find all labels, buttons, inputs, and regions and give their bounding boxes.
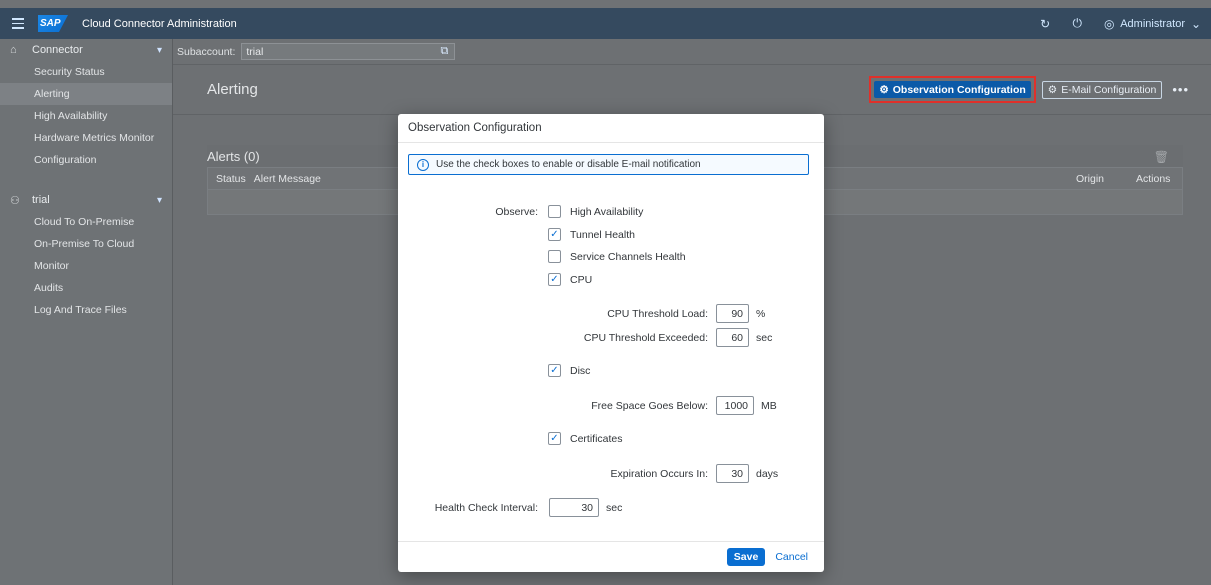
sidebar: ⌂ Connector ▾ Security Status Alerting H… [0, 39, 173, 585]
checkbox[interactable] [548, 205, 561, 218]
chevron-down-icon: ▾ [156, 194, 162, 206]
checkbox[interactable]: ✓ [548, 273, 561, 286]
checkbox[interactable]: ✓ [548, 432, 561, 445]
expiration-label: Expiration Occurs In: [610, 468, 708, 480]
sidebar-item-configuration[interactable]: Configuration [0, 149, 172, 171]
option-label: Certificates [570, 432, 623, 445]
column-alert-message[interactable]: Alert Message [246, 173, 321, 185]
observation-configuration-button[interactable]: ⚙ Observation Configuration [874, 81, 1031, 98]
sidebar-item-security-status[interactable]: Security Status [0, 61, 172, 83]
option-service-channels-health[interactable]: Service Channels Health [548, 250, 686, 263]
sap-logo: SAP [38, 15, 68, 32]
cancel-button[interactable]: Cancel [775, 551, 808, 563]
column-status[interactable]: Status [208, 173, 246, 185]
sidebar-item-audits[interactable]: Audits [0, 277, 172, 299]
subaccount-bar: Subaccount: trial ⧉ [173, 39, 1211, 65]
sidebar-item-on-premise-to-cloud[interactable]: On-Premise To Cloud [0, 233, 172, 255]
shell-bar: SAP Cloud Connector Administration ↻ ⏻ ◎… [0, 8, 1211, 39]
more-icon[interactable]: ••• [1172, 82, 1189, 97]
health-check-unit: sec [606, 502, 623, 514]
sidebar-item-high-availability[interactable]: High Availability [0, 105, 172, 127]
alerts-title: Alerts (0) [207, 149, 260, 164]
option-cpu[interactable]: ✓ CPU [548, 273, 592, 286]
expiration-unit: days [756, 468, 779, 480]
cpu-load-label: CPU Threshold Load: [607, 308, 708, 320]
user-icon: ◎ [1103, 16, 1115, 31]
sidebar-item-alerting[interactable]: Alerting [0, 83, 172, 105]
chevron-down-icon: ⌄ [1190, 16, 1202, 31]
menu-icon[interactable] [8, 13, 30, 35]
health-check-input[interactable]: 30 [549, 498, 599, 517]
trash-icon[interactable]: 🗑 [1154, 150, 1169, 164]
subaccount-icon: ⚇ [10, 194, 20, 207]
info-icon: i [417, 158, 429, 171]
info-message: i Use the check boxes to enable or disab… [408, 154, 809, 175]
sidebar-group-connector[interactable]: ⌂ Connector ▾ [0, 39, 172, 61]
sidebar-item-log-and-trace[interactable]: Log And Trace Files [0, 299, 172, 321]
health-check-label: Health Check Interval: [434, 502, 538, 514]
sidebar-group-label: Connector [32, 44, 83, 56]
option-label: Disc [570, 364, 591, 377]
subaccount-value: trial [246, 45, 264, 58]
chevron-down-icon: ▾ [156, 44, 162, 56]
checkbox[interactable]: ✓ [548, 228, 561, 241]
free-space-label: Free Space Goes Below: [591, 400, 708, 412]
free-space-input[interactable]: 1000 [716, 396, 754, 415]
user-menu[interactable]: ◎ Administrator ⌄ [1102, 17, 1203, 31]
expiration-input[interactable]: 30 [716, 464, 749, 483]
free-space-unit: MB [761, 400, 777, 412]
option-tunnel-health[interactable]: ✓ Tunnel Health [548, 228, 635, 241]
option-disc[interactable]: ✓ Disc [548, 364, 590, 377]
settings-icon: ⚙ [1047, 83, 1058, 96]
option-label: CPU [570, 273, 593, 286]
highlight-box: ⚙ Observation Configuration [869, 76, 1036, 103]
option-label: High Availability [570, 205, 644, 218]
option-certificates[interactable]: ✓ Certificates [548, 432, 623, 445]
page-header: Alerting ⚙ Observation Configuration ⚙ E… [173, 65, 1211, 115]
option-high-availability[interactable]: High Availability [548, 205, 643, 218]
checkbox[interactable]: ✓ [548, 364, 561, 377]
sidebar-group-label: trial [32, 194, 50, 206]
sidebar-item-monitor[interactable]: Monitor [0, 255, 172, 277]
column-origin[interactable]: Origin [1068, 173, 1128, 185]
email-configuration-label: E-Mail Configuration [1061, 83, 1157, 96]
page-title: Alerting [207, 81, 258, 98]
option-label: Service Channels Health [570, 250, 686, 263]
info-text: Use the check boxes to enable or disable… [436, 159, 701, 170]
home-icon: ⌂ [10, 44, 17, 56]
value-help-icon[interactable]: ⧉ [441, 45, 449, 58]
cpu-load-input[interactable]: 90 [716, 304, 749, 323]
save-button[interactable]: Save [726, 548, 766, 566]
logout-icon[interactable]: ⏻ [1070, 16, 1084, 31]
settings-icon: ⚙ [879, 83, 889, 96]
user-name: Administrator [1120, 17, 1185, 30]
cpu-load-unit: % [756, 308, 766, 320]
cpu-exceeded-label: CPU Threshold Exceeded: [583, 332, 708, 344]
sidebar-item-cloud-to-on-premise[interactable]: Cloud To On-Premise [0, 211, 172, 233]
subaccount-label: Subaccount: [177, 45, 236, 58]
checkbox[interactable] [548, 250, 561, 263]
cpu-exceeded-input[interactable]: 60 [716, 328, 749, 347]
app-title: Cloud Connector Administration [82, 17, 237, 30]
subaccount-input[interactable]: trial ⧉ [241, 43, 456, 60]
observe-label: Observe: [495, 206, 538, 218]
sidebar-group-trial[interactable]: ⚇ trial ▾ [0, 189, 172, 211]
refresh-icon[interactable]: ↻ [1038, 17, 1052, 31]
email-configuration-button[interactable]: ⚙ E-Mail Configuration [1041, 80, 1163, 99]
column-actions[interactable]: Actions [1128, 173, 1182, 185]
sidebar-item-hardware-metrics[interactable]: Hardware Metrics Monitor [0, 127, 172, 149]
observation-configuration-label: Observation Configuration [892, 83, 1026, 96]
option-label: Tunnel Health [570, 228, 635, 241]
dialog-footer: Save Cancel [398, 541, 824, 572]
cpu-exceeded-unit: sec [756, 332, 773, 344]
observation-configuration-dialog: Observation Configuration i Use the chec… [398, 114, 824, 572]
dialog-title: Observation Configuration [398, 114, 824, 143]
